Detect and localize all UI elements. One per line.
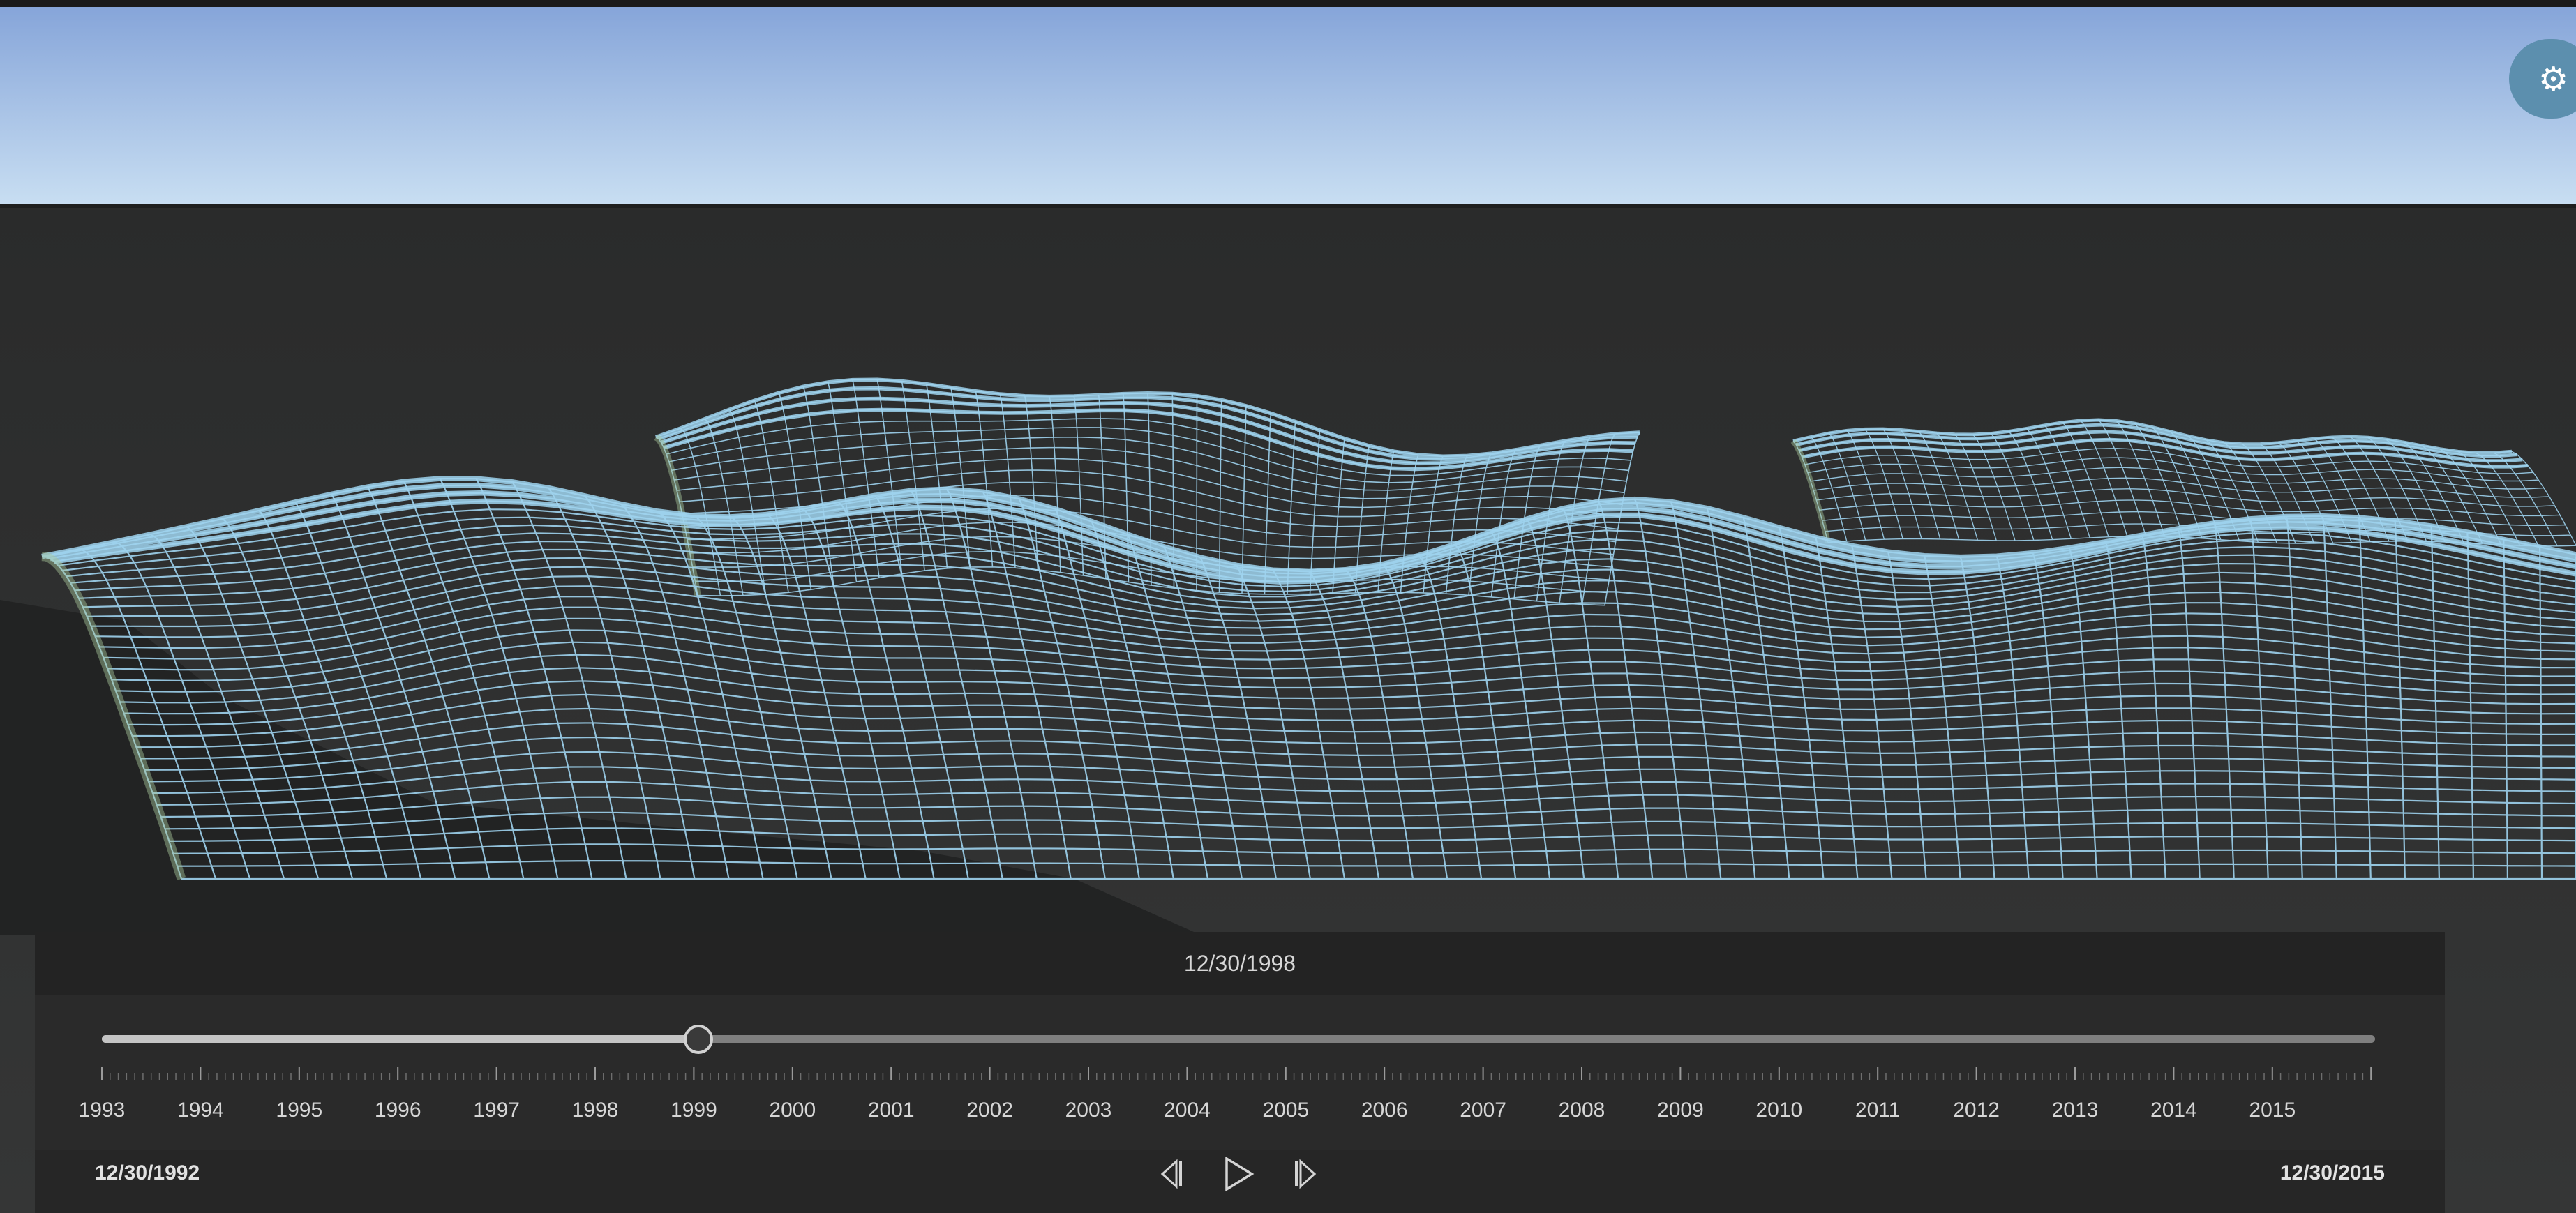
year-label: 1998: [571, 1099, 619, 1122]
year-label: 2001: [867, 1099, 915, 1122]
year-label: 2003: [1065, 1099, 1112, 1122]
year-label: 1995: [276, 1099, 323, 1122]
year-label: 2013: [2051, 1099, 2099, 1122]
time-controls-bar: 12/30/1992 12/30/2015: [35, 1150, 2445, 1213]
year-label: 2015: [2249, 1099, 2296, 1122]
year-labels: 1993 1994 1995 1996 1997 1998 1999 2000 2001 2002…: [35, 1097, 2445, 1124]
year-label: 2006: [1361, 1099, 1408, 1122]
year-label: 1994: [177, 1099, 224, 1122]
time-slider-thumb[interactable]: [684, 1025, 713, 1054]
step-back-icon[interactable]: [1158, 1159, 1189, 1189]
year-label: 2012: [1953, 1099, 2000, 1122]
time-slider-ticks: [101, 1067, 2372, 1080]
window-border: [0, 0, 2576, 7]
step-forward-icon[interactable]: [1288, 1159, 1319, 1189]
current-date-bar: 12/30/1998: [35, 932, 2445, 995]
time-slider-panel: 12/30/1998 1993 1994 1995 1996 1997 1998 1999 2…: [35, 932, 2445, 1213]
current-date-label: 12/30/1998: [1183, 951, 1296, 976]
year-label: 2000: [769, 1099, 816, 1122]
sky: [0, 7, 2576, 205]
year-label: 2010: [1755, 1099, 1803, 1122]
gear-icon: ⚙: [2538, 60, 2569, 99]
year-label: 2014: [2150, 1099, 2197, 1122]
year-label: 1993: [78, 1099, 126, 1122]
year-label: 2004: [1164, 1099, 1211, 1122]
year-label: 2009: [1657, 1099, 1704, 1122]
year-label: 2008: [1558, 1099, 1605, 1122]
end-date-label: 12/30/2015: [2279, 1161, 2385, 1184]
year-label: 2002: [966, 1099, 1013, 1122]
year-label: 1996: [374, 1099, 421, 1122]
horizon-line: [0, 204, 2576, 208]
year-label: 1997: [473, 1099, 520, 1122]
year-label: 2005: [1262, 1099, 1310, 1122]
year-label: 2011: [1855, 1099, 1901, 1122]
play-icon[interactable]: [1221, 1156, 1256, 1192]
start-date-label: 12/30/1992: [95, 1161, 200, 1184]
year-label: 1999: [671, 1099, 717, 1122]
year-label: 2007: [1460, 1099, 1506, 1122]
time-slider-track[interactable]: [102, 1025, 2375, 1054]
time-slider-fill: [102, 1035, 698, 1043]
